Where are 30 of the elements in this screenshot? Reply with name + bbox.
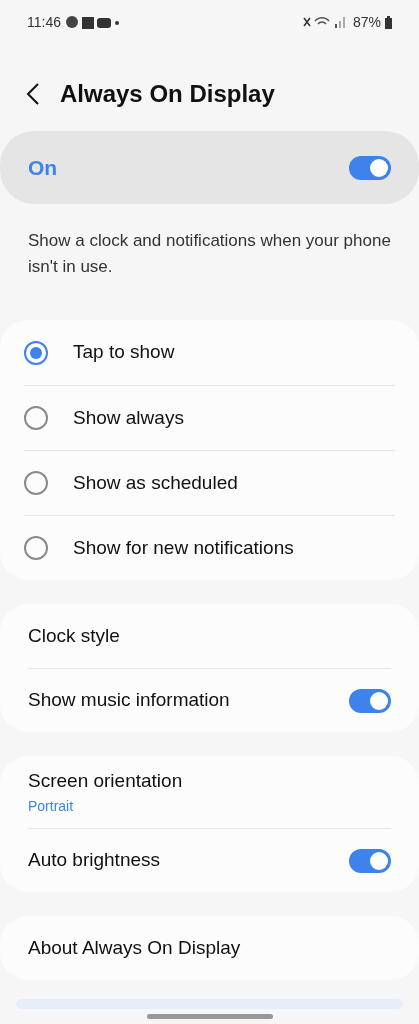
settings-row[interactable]: About Always On Display xyxy=(28,916,391,980)
settings-row[interactable]: Auto brightness xyxy=(28,828,391,892)
settings-row[interactable]: Show music information xyxy=(28,668,391,732)
notification-icons xyxy=(65,15,119,29)
toggle-switch[interactable] xyxy=(349,848,391,873)
radio-button[interactable] xyxy=(24,536,48,560)
settings-row[interactable]: Clock style xyxy=(28,604,391,668)
row-label: Auto brightness xyxy=(28,848,161,873)
settings-row[interactable]: Screen orientation Portrait xyxy=(28,756,391,828)
row-label: Screen orientation xyxy=(28,769,183,794)
radio-button[interactable] xyxy=(24,340,48,365)
row-label: Show music information xyxy=(28,688,230,713)
description-text: Show a clock and notifications when your phone isn't in use. xyxy=(27,230,392,278)
mode-option[interactable]: Tap to show xyxy=(24,320,395,385)
toggle-switch[interactable] xyxy=(349,688,391,713)
battery-percent: 87% xyxy=(352,12,381,32)
status-time: 11:46 xyxy=(27,12,61,32)
row-label: Clock style xyxy=(28,623,120,648)
row-value: Portrait xyxy=(28,796,75,816)
mode-option[interactable]: Show as scheduled xyxy=(24,450,395,515)
mode-option[interactable]: Show always xyxy=(24,385,395,450)
battery-icon xyxy=(385,15,392,29)
back-icon[interactable] xyxy=(26,83,40,105)
master-switch-label: On xyxy=(28,154,58,181)
row-label: About Always On Display xyxy=(28,935,241,960)
toggle-switch[interactable] xyxy=(349,155,391,180)
mode-option[interactable]: Show for new notifications xyxy=(24,515,395,580)
radio-button[interactable] xyxy=(24,471,48,495)
radio-button[interactable] xyxy=(24,406,48,430)
page-title: Always On Display xyxy=(60,79,275,109)
